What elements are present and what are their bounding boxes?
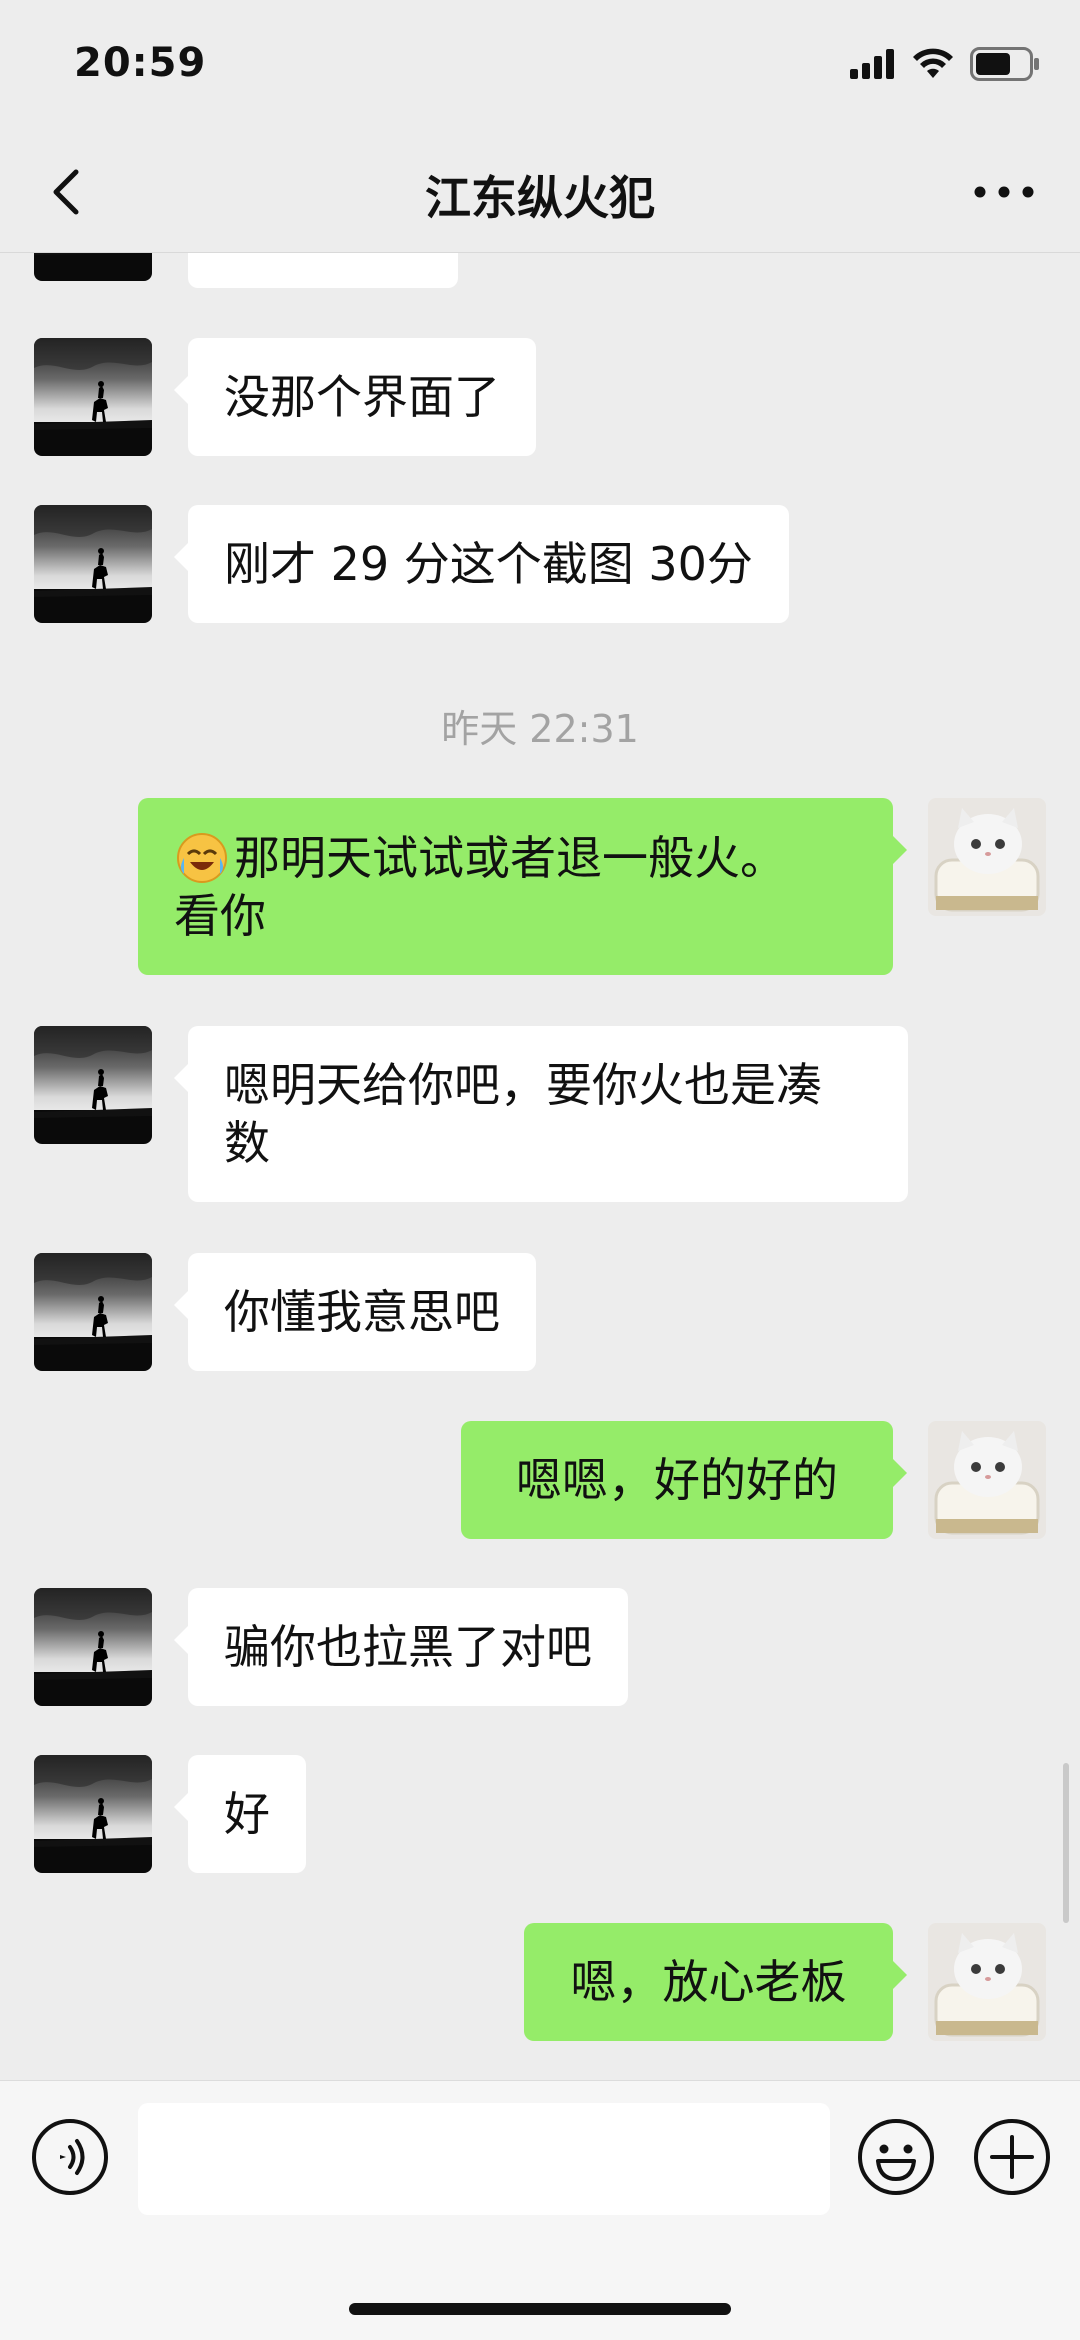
more-options-button[interactable] [968,166,1040,218]
contact-avatar[interactable] [34,1026,152,1144]
home-indicator[interactable] [349,2303,731,2315]
message-text: 数 [224,1116,270,1170]
message-bubble-incoming[interactable]: 嗯明天给你吧，要你火也是凑 数 [174,1026,908,1202]
input-bar [0,2080,1080,2340]
message-bubble-outgoing[interactable]: 嗯嗯，好的好的 [461,1421,907,1539]
crying-laughing-emoji-icon [177,833,227,883]
message-bubble-outgoing[interactable]: 嗯，放心老板 [524,1923,907,2041]
contact-avatar[interactable] [34,1588,152,1706]
user-avatar[interactable] [928,798,1046,916]
message-bubble-outgoing[interactable]: 那明天试试或者退一般火。 看你 [138,798,907,975]
contact-avatar[interactable] [34,1253,152,1371]
user-avatar[interactable] [928,1923,1046,2041]
message-input[interactable] [138,2103,830,2215]
scrollbar[interactable] [1063,1763,1069,1923]
emoji-button[interactable] [856,2117,936,2197]
message-list[interactable]: 没那个界面了 刚才 29 分这个截图 30分 昨天 22:31 那明天试试或者退… [0,253,1080,2080]
contact-avatar[interactable] [34,253,152,281]
contact-avatar[interactable] [34,505,152,623]
status-bar: 20:59 [0,0,1080,132]
contact-avatar[interactable] [34,338,152,456]
message-bubble-incoming[interactable]: 你懂我意思吧 [174,1253,536,1371]
contact-avatar[interactable] [34,1755,152,1873]
message-bubble-incoming[interactable] [188,253,458,288]
message-bubble-incoming[interactable]: 没那个界面了 [174,338,536,456]
chat-title: 江东纵火犯 [425,171,655,225]
message-bubble-incoming[interactable]: 刚才 29 分这个截图 30分 [174,505,789,623]
voice-input-button[interactable] [30,2117,110,2197]
status-time: 20:59 [74,40,207,86]
message-text: 看你 [174,889,266,943]
wifi-icon [913,48,953,78]
status-icons [850,44,1040,84]
message-text: 嗯明天给你吧，要你火也是凑 [224,1058,822,1112]
cellular-signal-icon [850,49,894,79]
message-text: 那明天试试或者退一般火。 [234,831,786,885]
message-bubble-incoming[interactable]: 好 [174,1755,306,1873]
message-timestamp: 昨天 22:31 [441,707,639,751]
chat-header: 江东纵火犯 [0,132,1080,253]
more-functions-button[interactable] [972,2117,1052,2197]
message-bubble-incoming[interactable]: 骗你也拉黑了对吧 [174,1588,628,1706]
user-avatar[interactable] [928,1421,1046,1539]
battery-icon [970,47,1039,81]
